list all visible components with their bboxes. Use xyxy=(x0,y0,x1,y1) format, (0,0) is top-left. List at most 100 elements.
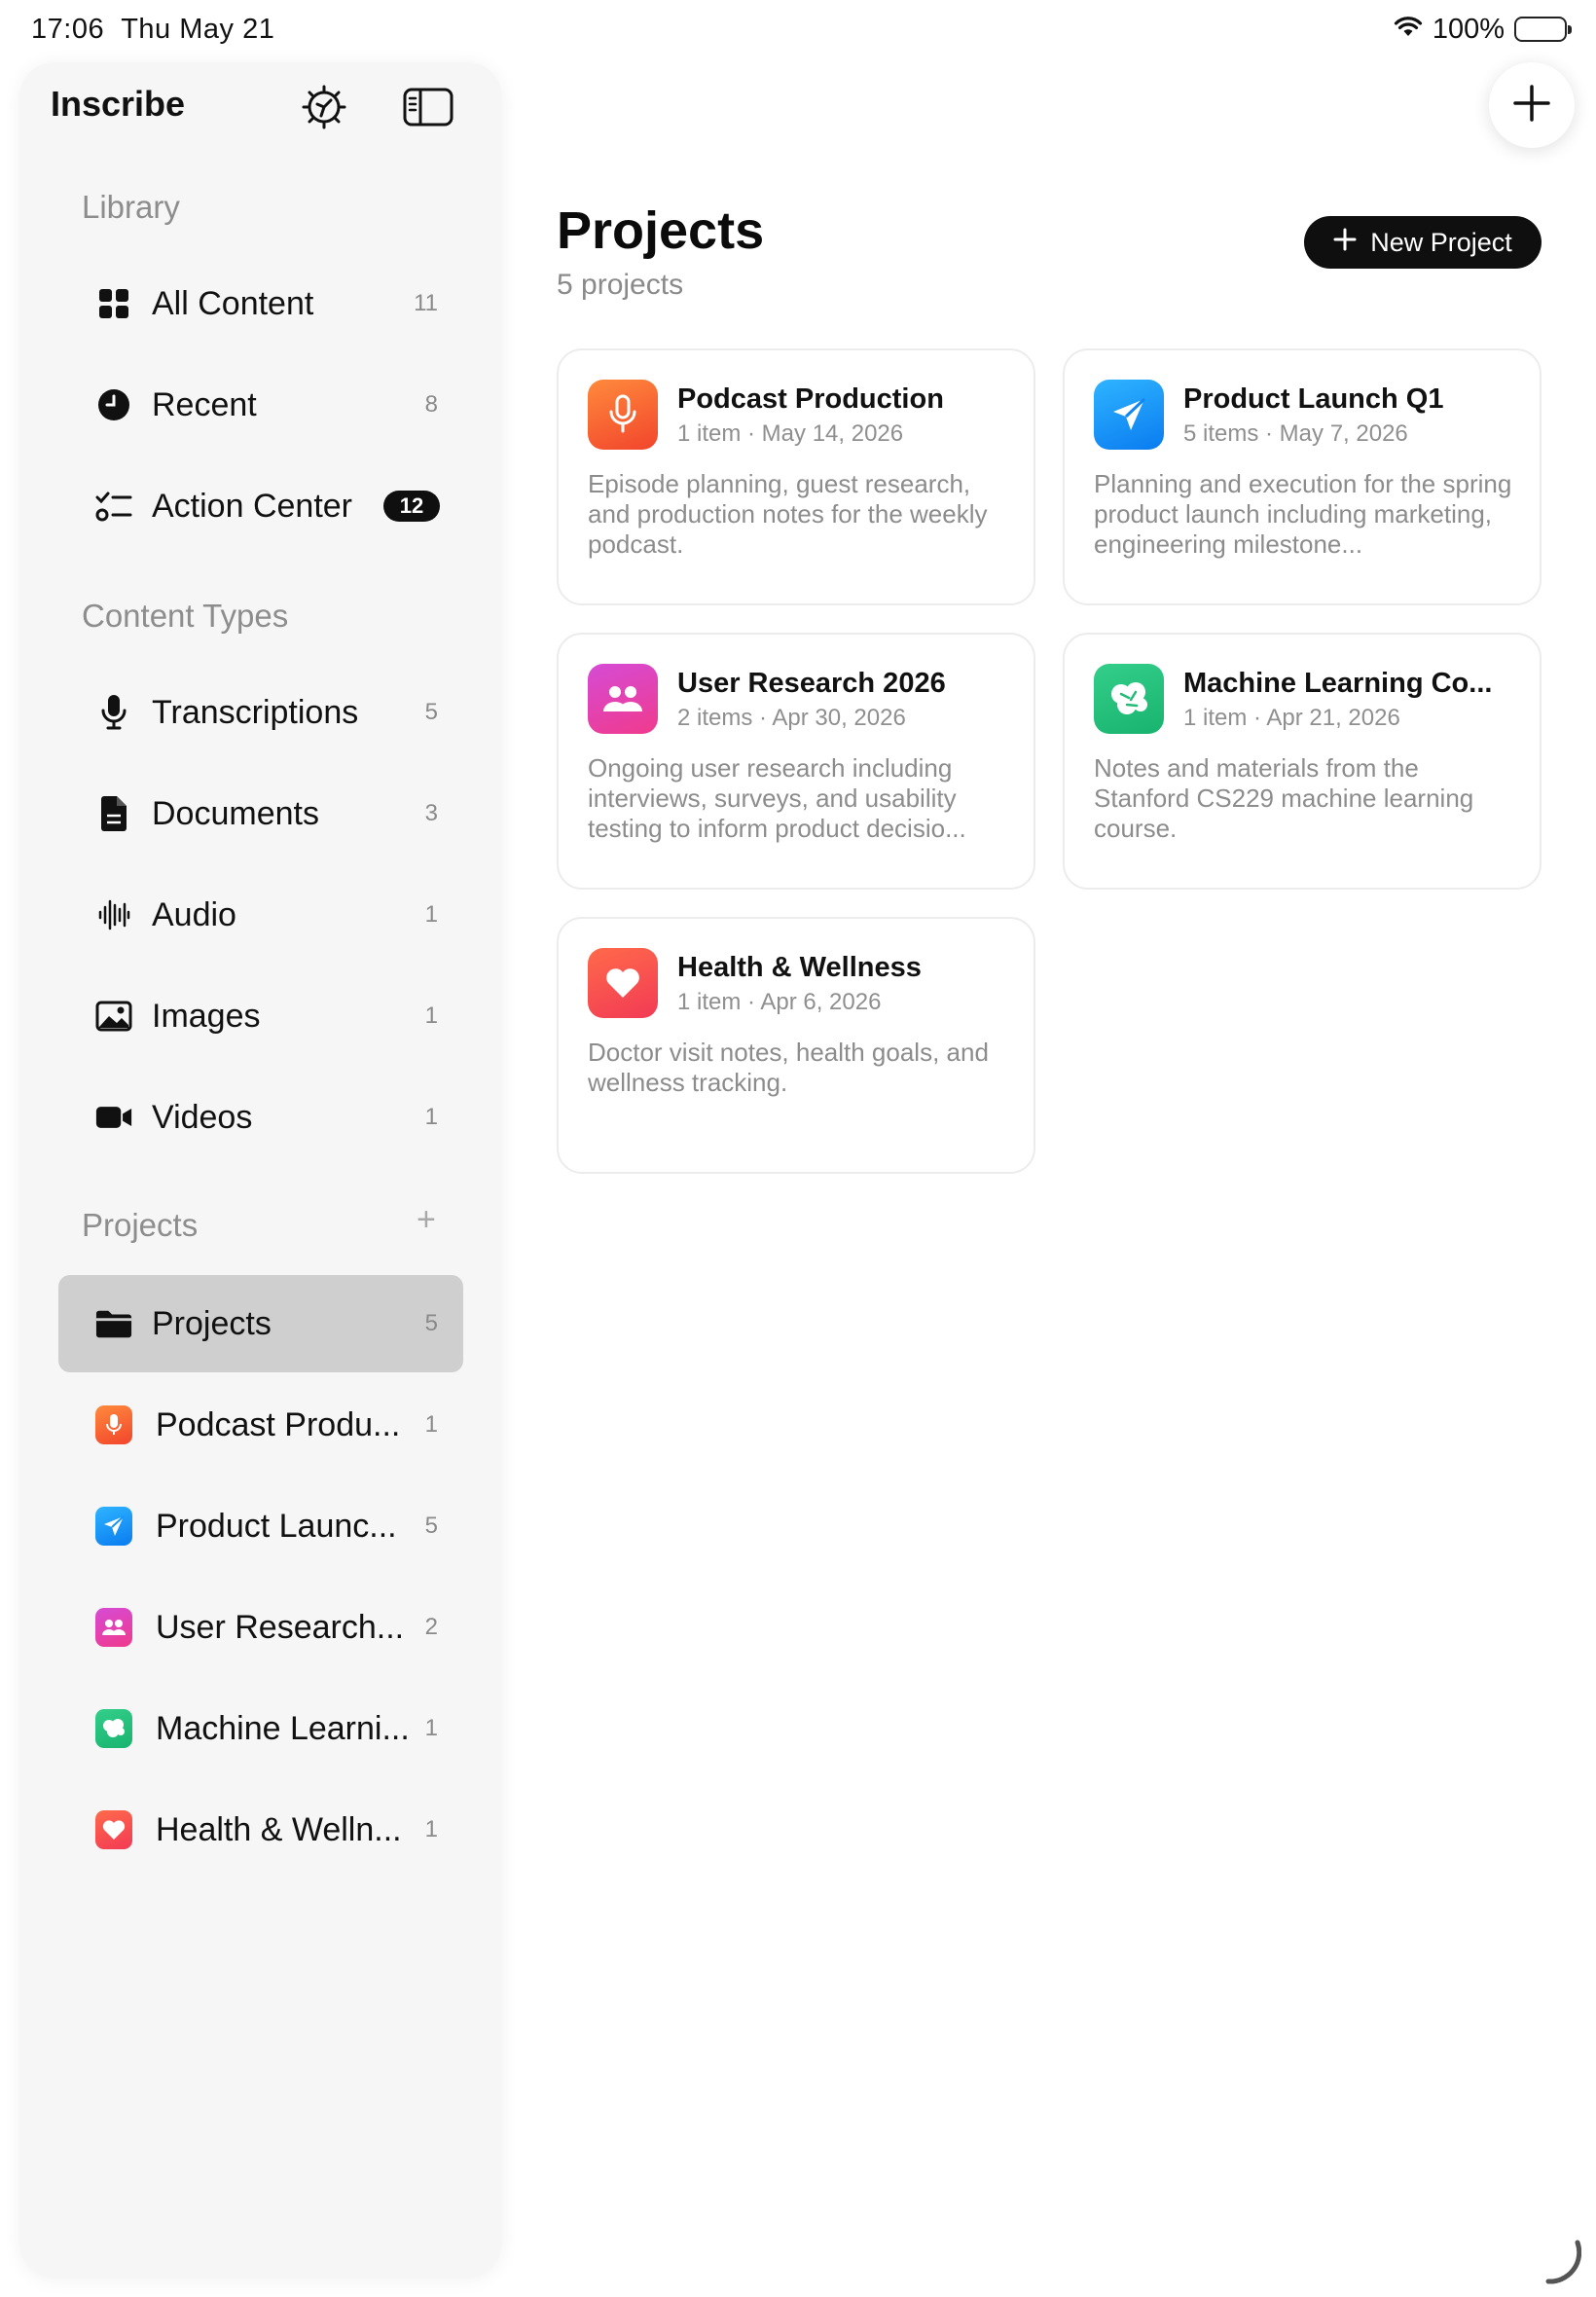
card-meta: 5 items · May 7, 2026 xyxy=(1183,420,1408,447)
document-icon xyxy=(95,795,132,832)
heart-icon xyxy=(95,1810,132,1849)
microphone-icon xyxy=(95,694,132,731)
paper-plane-icon xyxy=(1094,380,1164,450)
heart-icon xyxy=(588,948,658,1018)
sidebar-item-images[interactable]: Images 1 xyxy=(58,967,463,1065)
sidebar-item-count: 1 xyxy=(424,901,438,928)
sidebar-item-user-research[interactable]: User Research... 2 xyxy=(58,1579,463,1676)
card-meta: 1 item · Apr 6, 2026 xyxy=(677,989,882,1015)
add-project-plus-icon[interactable]: + xyxy=(417,1201,436,1239)
sidebar-item-videos[interactable]: Videos 1 xyxy=(58,1069,463,1166)
paper-plane-icon xyxy=(95,1507,132,1546)
sidebar-item-count: 1 xyxy=(424,1816,438,1842)
settings-icon[interactable] xyxy=(297,80,351,134)
sidebar-item-count: 2 xyxy=(424,1614,438,1640)
sidebar-item-podcast-production[interactable]: Podcast Produ... 1 xyxy=(58,1376,463,1474)
microphone-icon xyxy=(95,1405,132,1444)
image-icon xyxy=(95,998,132,1035)
waveform-icon xyxy=(95,896,132,933)
sidebar-item-projects[interactable]: Projects 5 xyxy=(58,1275,463,1372)
sidebar-item-label: Product Launc... xyxy=(156,1507,397,1545)
card-description: Doctor visit notes, health goals, and we… xyxy=(588,1038,989,1097)
people-icon xyxy=(588,664,658,734)
card-description: Notes and materials from the Stanford CS… xyxy=(1094,753,1474,843)
sidebar-item-label: User Research... xyxy=(156,1608,405,1646)
status-bar: 17:06 Thu May 21 100% xyxy=(0,0,1596,60)
sidebar-item-label: Podcast Produ... xyxy=(156,1405,401,1443)
sidebar-item-audio[interactable]: Audio 1 xyxy=(58,866,463,964)
sidebar-item-label: Action Center xyxy=(152,487,352,525)
sidebar-item-label: Projects xyxy=(152,1304,272,1342)
sidebar-item-label: Images xyxy=(152,997,261,1035)
sidebar-item-transcriptions[interactable]: Transcriptions 5 xyxy=(58,664,463,761)
sidebar-item-count: 5 xyxy=(424,1310,438,1336)
page-subtitle: 5 projects xyxy=(557,269,684,301)
sidebar-item-label: All Content xyxy=(152,284,314,322)
sidebar-item-label: Transcriptions xyxy=(152,693,359,731)
sidebar-item-label: Machine Learni... xyxy=(156,1709,410,1747)
sidebar-item-label: Recent xyxy=(152,385,257,423)
project-card-product-launch[interactable]: Product Launch Q1 5 items · May 7, 2026 … xyxy=(1063,348,1542,605)
sidebar-item-machine-learning[interactable]: Machine Learni... 1 xyxy=(58,1680,463,1777)
plus-icon xyxy=(1512,84,1551,128)
sidebar-item-documents[interactable]: Documents 3 xyxy=(58,765,463,862)
card-title: Podcast Production xyxy=(677,383,944,415)
new-project-label: New Project xyxy=(1370,227,1512,257)
sidebar-item-product-launch[interactable]: Product Launc... 5 xyxy=(58,1477,463,1575)
people-icon xyxy=(95,1608,132,1647)
folder-icon xyxy=(95,1305,132,1342)
clock-icon xyxy=(95,386,132,423)
checklist-icon xyxy=(95,488,132,525)
grid-icon xyxy=(95,285,132,322)
battery-percent: 100% xyxy=(1432,13,1505,45)
status-time: 17:06 Thu May 21 xyxy=(31,14,275,45)
card-title: User Research 2026 xyxy=(677,668,946,699)
video-icon xyxy=(95,1099,132,1136)
brain-icon xyxy=(1094,664,1164,734)
card-title: Health & Wellness xyxy=(677,952,922,983)
card-title: Machine Learning Co... xyxy=(1183,668,1493,699)
status-right: 100% xyxy=(1394,12,1572,47)
project-card-podcast-production[interactable]: Podcast Production 1 item · May 14, 2026… xyxy=(557,348,1035,605)
brain-icon xyxy=(95,1709,132,1748)
sidebar-item-count: 5 xyxy=(424,1513,438,1539)
section-library-title: Library xyxy=(82,189,180,225)
project-card-machine-learning[interactable]: Machine Learning Co... 1 item · Apr 21, … xyxy=(1063,633,1542,890)
sidebar-item-recent[interactable]: Recent 8 xyxy=(58,356,463,454)
sidebar-item-action-center[interactable]: Action Center 12 xyxy=(58,457,463,555)
card-description: Ongoing user research including intervie… xyxy=(588,753,966,843)
wifi-icon xyxy=(1394,14,1423,46)
sidebar-item-count: 3 xyxy=(424,800,438,826)
app-title: Inscribe xyxy=(51,84,186,124)
sidebar-item-count: 5 xyxy=(424,699,438,725)
sidebar-item-count: 1 xyxy=(424,1411,438,1438)
resize-handle-icon[interactable] xyxy=(1542,2239,1582,2287)
sidebar-item-label: Videos xyxy=(152,1098,253,1136)
project-card-health-wellness[interactable]: Health & Wellness 1 item · Apr 6, 2026 D… xyxy=(557,917,1035,1174)
sidebar-item-all-content[interactable]: All Content 11 xyxy=(58,255,463,352)
card-meta: 1 item · May 14, 2026 xyxy=(677,420,904,447)
sidebar-toggle-icon[interactable] xyxy=(401,80,455,134)
sidebar-item-count: 11 xyxy=(414,290,438,316)
card-meta: 2 items · Apr 30, 2026 xyxy=(677,705,906,731)
sidebar-item-health-wellness[interactable]: Health & Welln... 1 xyxy=(58,1781,463,1878)
sidebar-item-label: Audio xyxy=(152,895,236,933)
project-card-user-research[interactable]: User Research 2026 2 items · Apr 30, 202… xyxy=(557,633,1035,890)
action-count-badge: 12 xyxy=(383,491,440,522)
sidebar-item-count: 8 xyxy=(424,391,438,418)
sidebar-item-count: 1 xyxy=(424,1104,438,1130)
card-description: Episode planning, guest research, and pr… xyxy=(588,469,988,559)
card-title: Product Launch Q1 xyxy=(1183,383,1444,415)
page-title: Projects xyxy=(557,201,765,260)
new-project-button[interactable]: New Project xyxy=(1304,216,1542,269)
battery-icon xyxy=(1514,17,1572,42)
sidebar-item-label: Documents xyxy=(152,794,319,832)
sidebar-item-count: 1 xyxy=(424,1715,438,1741)
section-content-types-title: Content Types xyxy=(82,598,289,634)
add-button[interactable] xyxy=(1489,62,1575,148)
sidebar-item-count: 1 xyxy=(424,1003,438,1029)
card-meta: 1 item · Apr 21, 2026 xyxy=(1183,705,1400,731)
sidebar-header: Inscribe xyxy=(19,62,502,150)
microphone-icon xyxy=(588,380,658,450)
sidebar: Inscribe Library All Content 11 Recent 8… xyxy=(19,62,502,2278)
